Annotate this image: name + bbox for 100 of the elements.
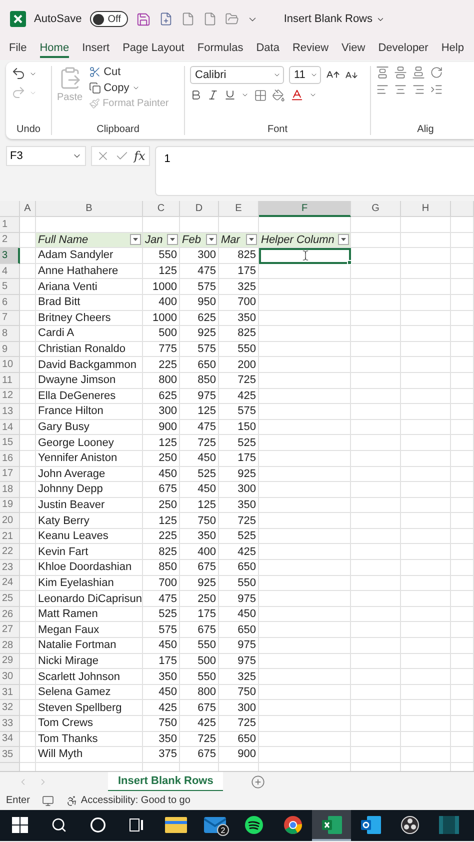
italic-button[interactable]: [207, 89, 219, 101]
row-header[interactable]: 34: [0, 732, 20, 748]
column-header[interactable]: C: [143, 201, 180, 217]
cancel-button[interactable]: [96, 149, 110, 163]
borders-button[interactable]: [254, 88, 267, 102]
row-header[interactable]: 20: [0, 513, 20, 529]
row-header[interactable]: 24: [0, 576, 20, 592]
orientation-button[interactable]: [430, 66, 443, 79]
row-header[interactable]: 12: [0, 388, 20, 404]
row-header[interactable]: 19: [0, 498, 20, 514]
row-header[interactable]: 18: [0, 482, 20, 498]
filter-button[interactable]: [246, 234, 257, 246]
align-left-button[interactable]: [376, 83, 389, 96]
formula-field[interactable]: 1: [155, 146, 474, 196]
row-header[interactable]: 23: [0, 560, 20, 576]
menu-tab[interactable]: Formulas: [197, 40, 244, 58]
align-bottom-button[interactable]: [412, 66, 425, 79]
font-color-button[interactable]: [290, 88, 304, 102]
column-header[interactable]: [451, 201, 474, 217]
macro-button[interactable]: [42, 794, 54, 806]
row-header[interactable]: 25: [0, 591, 20, 607]
align-center-button[interactable]: [394, 83, 407, 96]
row-header[interactable]: 35: [0, 747, 20, 763]
row-header[interactable]: 21: [0, 528, 20, 544]
caret-icon: [309, 91, 317, 99]
row-header[interactable]: 32: [0, 700, 20, 716]
insert-function-button[interactable]: fx: [134, 149, 146, 163]
align-middle-button[interactable]: [394, 66, 407, 79]
open-button[interactable]: [224, 12, 239, 26]
row-header[interactable]: 14: [0, 420, 20, 436]
document-title[interactable]: Insert Blank Rows: [280, 11, 389, 27]
row-header[interactable]: 11: [0, 372, 20, 389]
row-header[interactable]: 6: [0, 294, 20, 311]
autosave-toggle[interactable]: Off: [90, 11, 128, 27]
filter-button[interactable]: [167, 234, 178, 246]
row-header[interactable]: 1: [0, 217, 20, 233]
column-header[interactable]: H: [401, 201, 451, 217]
menu-tab[interactable]: View: [342, 40, 366, 58]
row-header[interactable]: 5: [0, 279, 20, 295]
menu-tab[interactable]: Data: [256, 40, 280, 58]
row-header[interactable]: 16: [0, 450, 20, 466]
column-header[interactable]: F: [259, 201, 351, 217]
row-header[interactable]: 27: [0, 622, 20, 638]
row-header[interactable]: 33: [0, 716, 20, 732]
taskbar-item[interactable]: 2: [195, 810, 234, 841]
undo-button[interactable]: [11, 66, 37, 81]
name-box[interactable]: F3: [6, 146, 86, 166]
row-header[interactable]: 13: [0, 404, 20, 420]
row-header[interactable]: 2: [0, 232, 20, 248]
fill-color-button[interactable]: [272, 88, 285, 102]
accessibility-button[interactable]: Accessibility: Good to go: [66, 794, 190, 806]
menu-tab[interactable]: Developer: [378, 40, 428, 58]
group-label: Clipboard: [96, 124, 140, 135]
align-top-button[interactable]: [376, 66, 389, 79]
row-header[interactable]: 9: [0, 342, 20, 358]
filter-button[interactable]: [130, 234, 141, 246]
filter-button[interactable]: [338, 234, 349, 246]
bold-button[interactable]: [190, 89, 202, 101]
row-header[interactable]: 3: [0, 248, 20, 264]
row-header[interactable]: 29: [0, 654, 20, 670]
row-header[interactable]: 26: [0, 606, 20, 622]
row-header[interactable]: 17: [0, 466, 20, 482]
font-name-field[interactable]: Calibri: [190, 66, 284, 84]
column-header[interactable]: D: [180, 201, 219, 217]
column-header[interactable]: B: [36, 201, 143, 217]
font-size-field[interactable]: 11: [289, 66, 321, 84]
row-header[interactable]: 7: [0, 310, 20, 326]
menu-tab[interactable]: Home: [40, 40, 70, 58]
column-header[interactable]: A: [20, 201, 36, 217]
align-right-button[interactable]: [412, 83, 425, 96]
active-cell[interactable]: [259, 248, 351, 264]
menu-tab[interactable]: Page Layout: [122, 40, 184, 58]
row-header[interactable]: 4: [0, 264, 20, 280]
row-header[interactable]: 8: [0, 326, 20, 342]
new-sheet-button[interactable]: [251, 774, 266, 788]
row-header[interactable]: 15: [0, 435, 20, 451]
menu-tab[interactable]: Help: [441, 40, 464, 58]
row-header[interactable]: 30: [0, 669, 20, 685]
menu-tab[interactable]: File: [9, 40, 27, 58]
indent-button[interactable]: [430, 83, 443, 96]
row-header[interactable]: 10: [0, 357, 20, 373]
toolbar-button[interactable]: [202, 12, 217, 26]
save-button[interactable]: [136, 12, 151, 26]
copy-button[interactable]: Copy: [88, 82, 169, 94]
row-header[interactable]: 22: [0, 544, 20, 560]
caret-icon: [341, 238, 346, 242]
cut-button[interactable]: Cut: [88, 66, 169, 78]
sheet-tab[interactable]: Insert Blank Rows: [108, 772, 224, 792]
row-header[interactable]: 28: [0, 638, 20, 654]
menu-tab[interactable]: Insert: [82, 40, 110, 58]
column-header[interactable]: G: [351, 201, 401, 217]
select-all-corner[interactable]: [0, 201, 20, 217]
toolbar-button[interactable]: [158, 12, 173, 26]
new-file-button[interactable]: [180, 12, 195, 26]
table-cell: 650: [219, 622, 259, 638]
filter-button[interactable]: [206, 234, 217, 246]
column-header[interactable]: E: [219, 201, 259, 217]
row-header[interactable]: 31: [0, 684, 20, 700]
underline-button[interactable]: [224, 89, 236, 101]
menu-tab[interactable]: Review: [292, 40, 329, 58]
